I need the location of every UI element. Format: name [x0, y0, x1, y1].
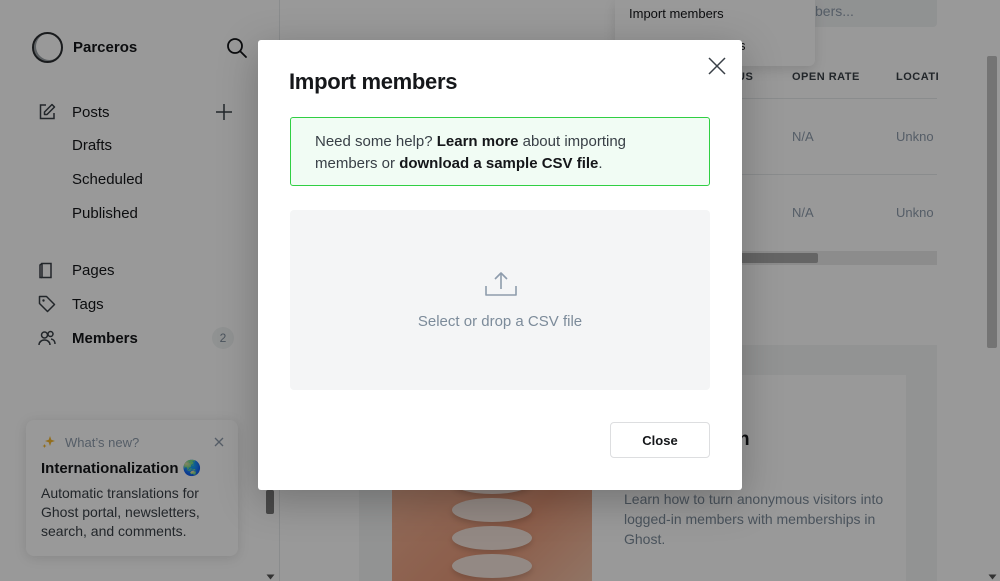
csv-dropzone[interactable]: Select or drop a CSV file — [290, 210, 710, 390]
close-button[interactable]: Close — [610, 422, 710, 458]
dropzone-label: Select or drop a CSV file — [417, 313, 583, 330]
import-members-modal: Import members Need some help? Learn mor… — [258, 40, 742, 490]
help-text-suffix: . — [598, 155, 603, 172]
learn-more-link[interactable]: Learn more — [437, 133, 519, 150]
upload-icon — [484, 270, 518, 298]
modal-title: Import members — [289, 69, 458, 94]
download-sample-csv-link[interactable]: download a sample CSV file — [399, 155, 598, 172]
close-icon[interactable] — [707, 56, 727, 76]
help-notice: Need some help? Learn more about importi… — [290, 117, 710, 186]
help-text-prefix: Need some help? — [315, 133, 437, 150]
